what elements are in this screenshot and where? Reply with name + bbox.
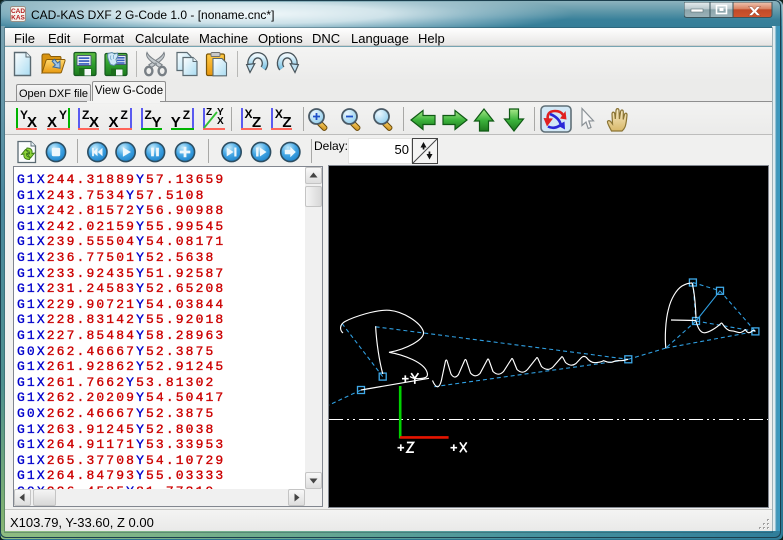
svg-text:KAS: KAS [11, 15, 25, 22]
